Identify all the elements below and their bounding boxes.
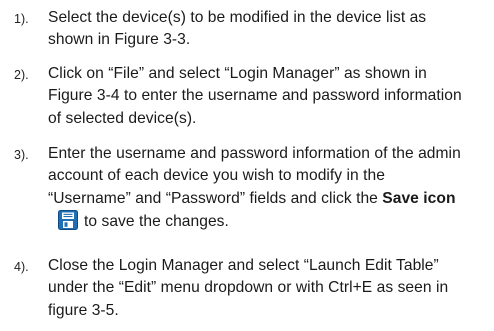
step-line: Select the device(s) to be modified in t… [48,9,427,26]
floppy-disk-save-icon [58,210,78,231]
step-line-text: “Username” and “Password” fields and cli… [48,189,383,207]
step-line: under the “Edit” menu dropdown or with C… [48,279,449,297]
step-line: Enter the username and password informat… [48,145,461,162]
instruction-page: 1). Select the device(s) to be modified … [0,0,494,331]
step-line: account of each device you wish to modif… [48,167,385,185]
step-text: Close the Login Manager and select “Laun… [48,255,488,322]
step-number: 1). [14,12,29,26]
save-icon-label: Save icon [382,189,456,207]
step-number: 2). [14,68,29,82]
step-text: Click on “File” and select “Login Manage… [48,63,488,130]
step-line: “Username” and “Password” fields and cli… [48,188,488,210]
step-line: Click on “File” and select “Login Manage… [48,65,427,82]
step-number: 3). [14,148,29,162]
step-line: to save the changes. [48,210,488,233]
step-line: of selected device(s). [48,109,197,127]
step-line: shown in Figure 3-3. [48,31,191,49]
step-line: Close the Login Manager and select “Laun… [48,257,439,274]
step-line: figure 3-5. [48,301,119,319]
step-line: Figure 3-4 to enter the username and pas… [48,87,462,105]
step-number: 4). [14,260,29,274]
step-text: Enter the username and password informat… [48,143,488,234]
step-line-text: to save the changes. [84,213,229,231]
step-text: Select the device(s) to be modified in t… [48,7,488,52]
